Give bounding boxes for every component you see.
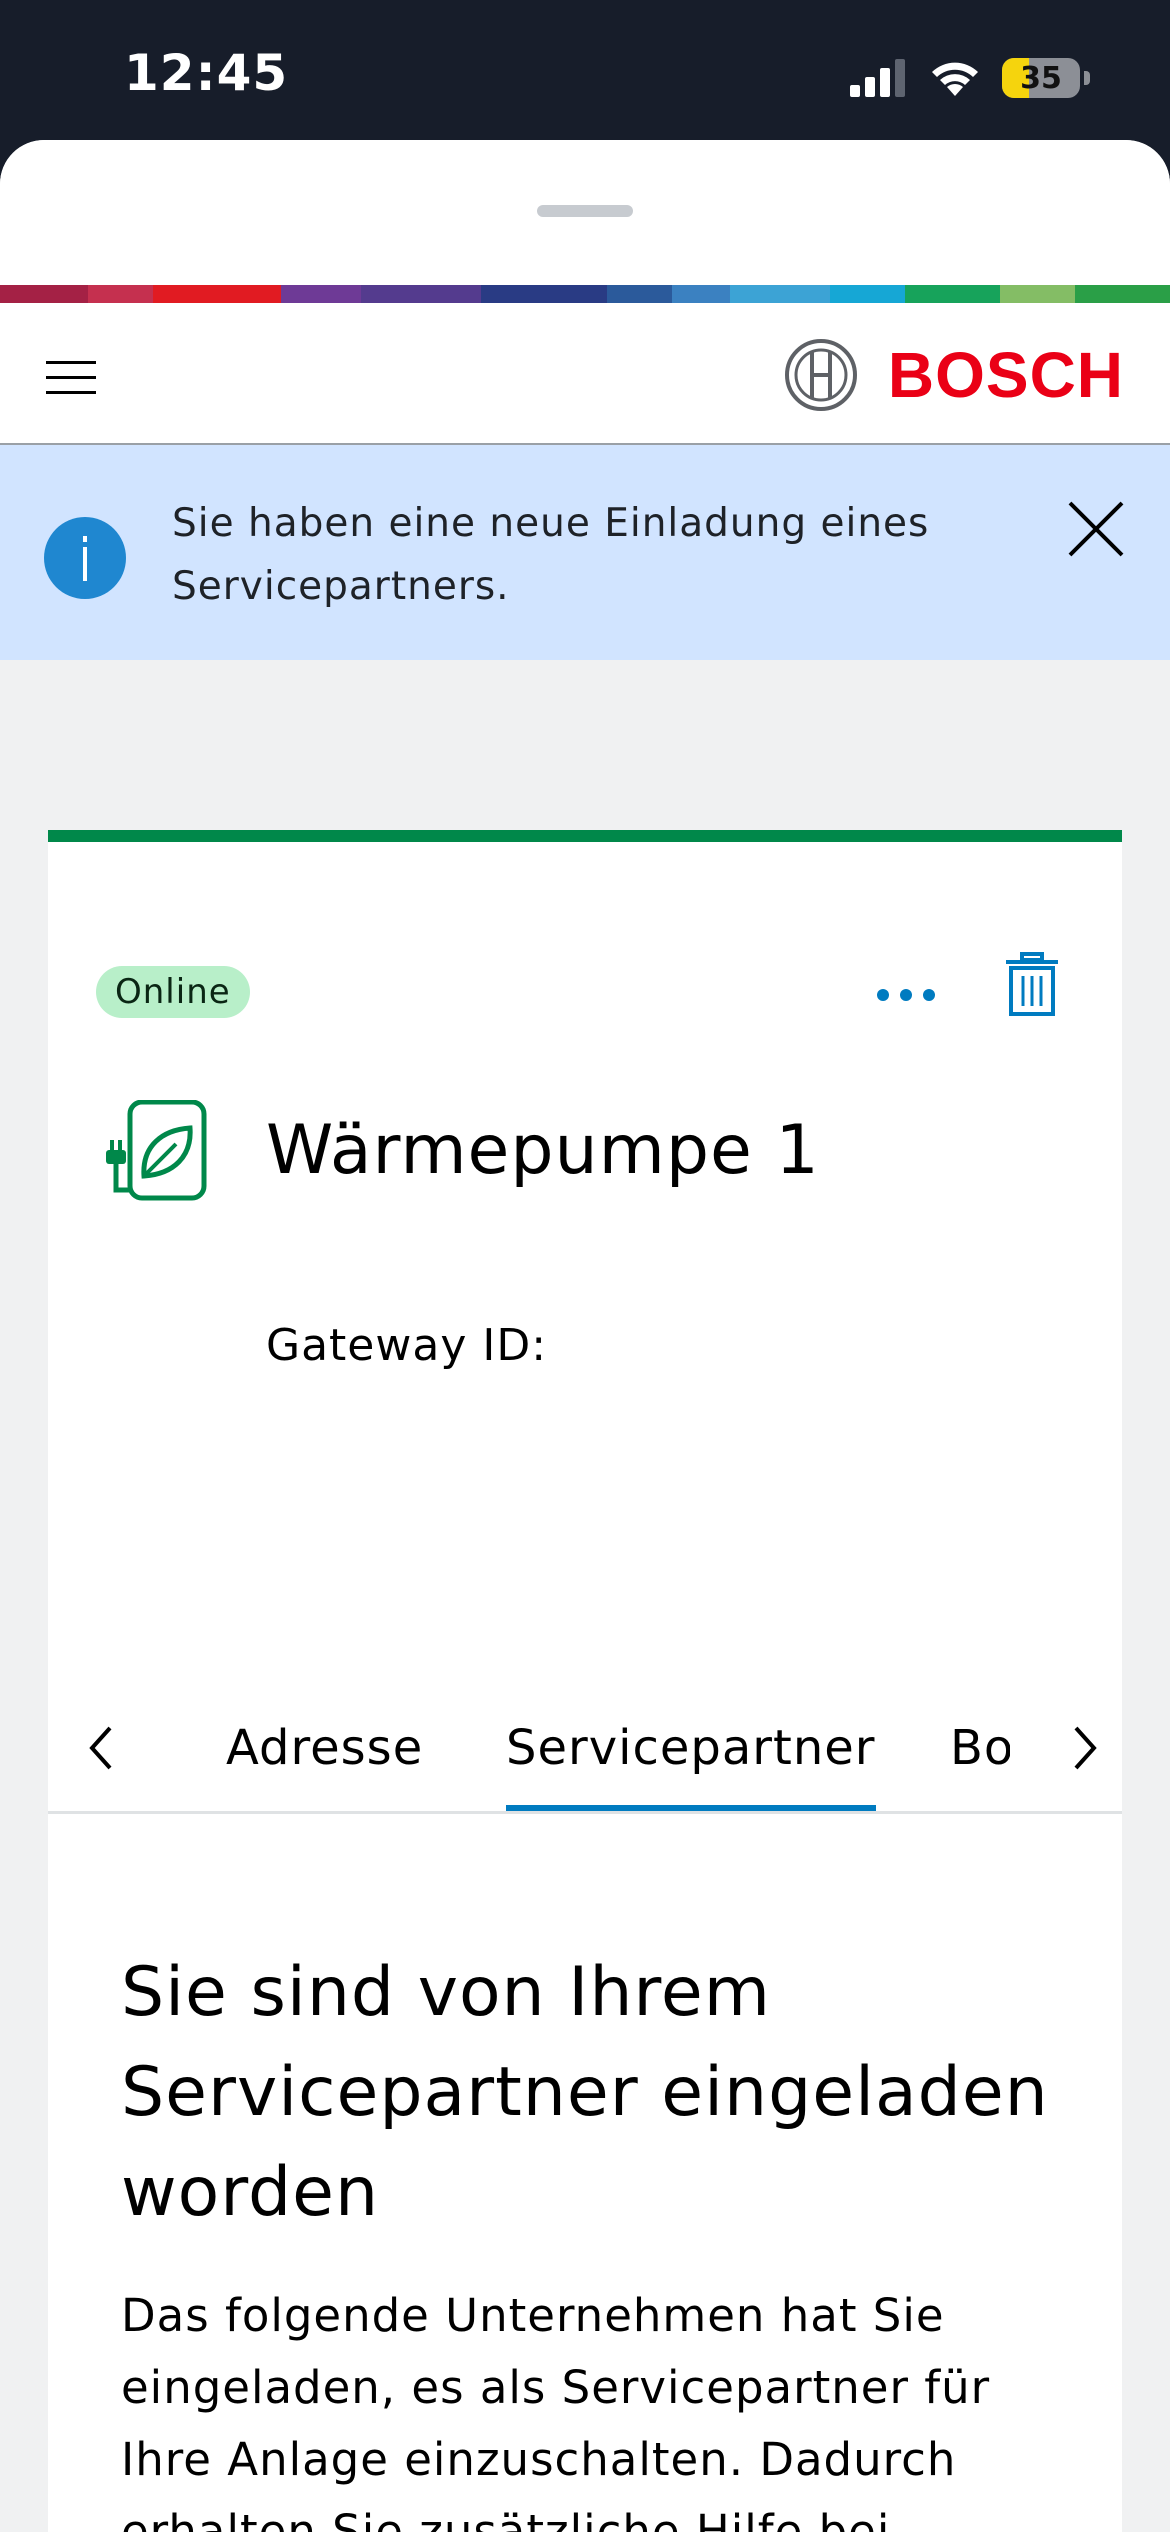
device-title: Wärmepumpe 1	[266, 1111, 820, 1190]
tab-scroll-right-button[interactable]	[1048, 1700, 1118, 1811]
info-icon	[44, 517, 126, 599]
battery-level: 35	[1020, 60, 1062, 96]
wifi-icon	[932, 62, 978, 96]
invitation-notice: Sie haben eine neue Einladung eines Serv…	[0, 445, 1170, 660]
sheet-handle-area[interactable]	[0, 140, 1170, 285]
chevron-right-icon	[1074, 1726, 1097, 1770]
more-horizontal-icon	[877, 989, 935, 1001]
hamburger-menu-icon	[46, 361, 96, 394]
invitation-body: Das folgende Unternehmen hat Sie eingela…	[121, 2289, 991, 2532]
delete-device-button[interactable]	[1002, 948, 1062, 1020]
bosch-logo: BOSCH	[784, 335, 1124, 415]
battery-icon: 35	[1002, 58, 1080, 98]
status-bar: 12:45 35	[0, 0, 1170, 150]
tab-adresse[interactable]: Adresse	[226, 1700, 423, 1811]
modal-sheet: BOSCH Sie haben eine neue Einladung eine…	[0, 140, 1170, 2532]
supergraphic-bar	[0, 285, 1170, 303]
menu-button[interactable]	[40, 345, 104, 409]
notice-close-button[interactable]	[1062, 495, 1130, 563]
status-time: 12:45	[124, 44, 289, 102]
more-options-button[interactable]	[868, 970, 948, 1020]
chevron-left-icon	[89, 1726, 112, 1770]
close-icon	[1068, 501, 1124, 557]
heat-pump-leaf-icon	[106, 1100, 207, 1201]
battery-nub	[1084, 71, 1090, 85]
tab-bar: Adresse Servicepartner Bo	[48, 1700, 1122, 1814]
bosch-wordmark: BOSCH	[887, 339, 1124, 411]
bosch-armature-icon	[784, 339, 857, 411]
cellular-signal-icon	[850, 59, 905, 97]
card-accent-bar	[48, 830, 1122, 842]
tab-servicepartner[interactable]: Servicepartner	[506, 1700, 876, 1811]
status-icons: 35	[850, 54, 1090, 102]
trash-icon	[1006, 952, 1058, 1016]
tab-bo-truncated[interactable]: Bo	[950, 1700, 1010, 1811]
device-card: Online Wärmepumpe 1 Gateway ID: Adresse …	[48, 830, 1122, 2532]
invitation-title: Sie sind von Ihrem Servicepartner eingel…	[121, 1953, 1049, 2232]
app-header: BOSCH	[0, 303, 1170, 445]
status-badge: Online	[96, 966, 250, 1018]
tab-scroll-left-button[interactable]	[68, 1700, 138, 1811]
sheet-grabber[interactable]	[537, 205, 633, 217]
gateway-id-label: Gateway ID:	[266, 1320, 548, 1371]
notice-text: Sie haben eine neue Einladung eines Serv…	[172, 501, 930, 609]
